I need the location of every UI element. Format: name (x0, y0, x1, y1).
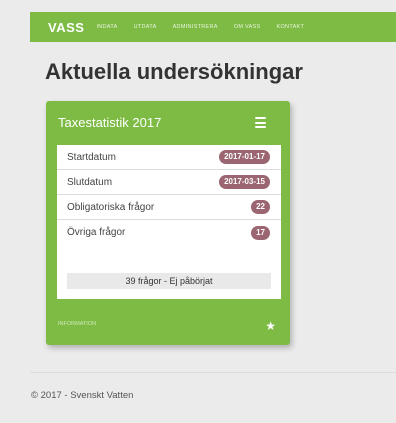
survey-summary-button[interactable]: 39 frågor - Ej påbörjat (67, 273, 271, 289)
hamburger-icon[interactable] (255, 117, 266, 131)
nav-link-utdata[interactable]: UTDATA (134, 24, 157, 30)
star-icon[interactable]: ★ (265, 320, 276, 332)
list-item: Slutdatum 2017-03-15 (57, 170, 281, 195)
brand-logo[interactable]: VASS (48, 20, 84, 35)
information-link[interactable]: INFORMATION (58, 321, 96, 327)
list-item: Startdatum 2017-01-17 (57, 145, 281, 170)
nav-link-om-vass[interactable]: OM VASS (234, 24, 261, 30)
nav-link-indata[interactable]: INDATA (96, 24, 117, 30)
row-label: Slutdatum (67, 176, 113, 188)
row-label: Startdatum (67, 151, 116, 163)
list-item: Obligatoriska frågor 22 (57, 195, 281, 220)
footer-copyright: © 2017 - Svenskt Vatten (31, 390, 134, 401)
row-label: Övriga frågor (67, 227, 126, 238)
row-label: Obligatoriska frågor (67, 201, 155, 213)
status-badge: 22 (251, 200, 270, 214)
status-badge: 2017-03-15 (219, 175, 270, 189)
survey-card: Taxestatistik 2017 Startdatum 2017-01-17… (46, 101, 290, 345)
divider (30, 372, 396, 373)
status-badge: 2017-01-17 (219, 150, 270, 164)
nav-link-kontakt[interactable]: KONTAKT (277, 24, 305, 30)
navbar: VASS INDATA UTDATA ADMINISTRERA OM VASS … (30, 12, 396, 42)
nav-link-administrera[interactable]: ADMINISTRERA (173, 24, 218, 30)
status-badge: 17 (251, 225, 270, 240)
card-body: Startdatum 2017-01-17 Slutdatum 2017-03-… (57, 145, 281, 299)
list-item: Övriga frågor 17 (57, 220, 281, 245)
card-title: Taxestatistik 2017 (58, 115, 162, 130)
page-title: Aktuella undersökningar (45, 59, 303, 84)
